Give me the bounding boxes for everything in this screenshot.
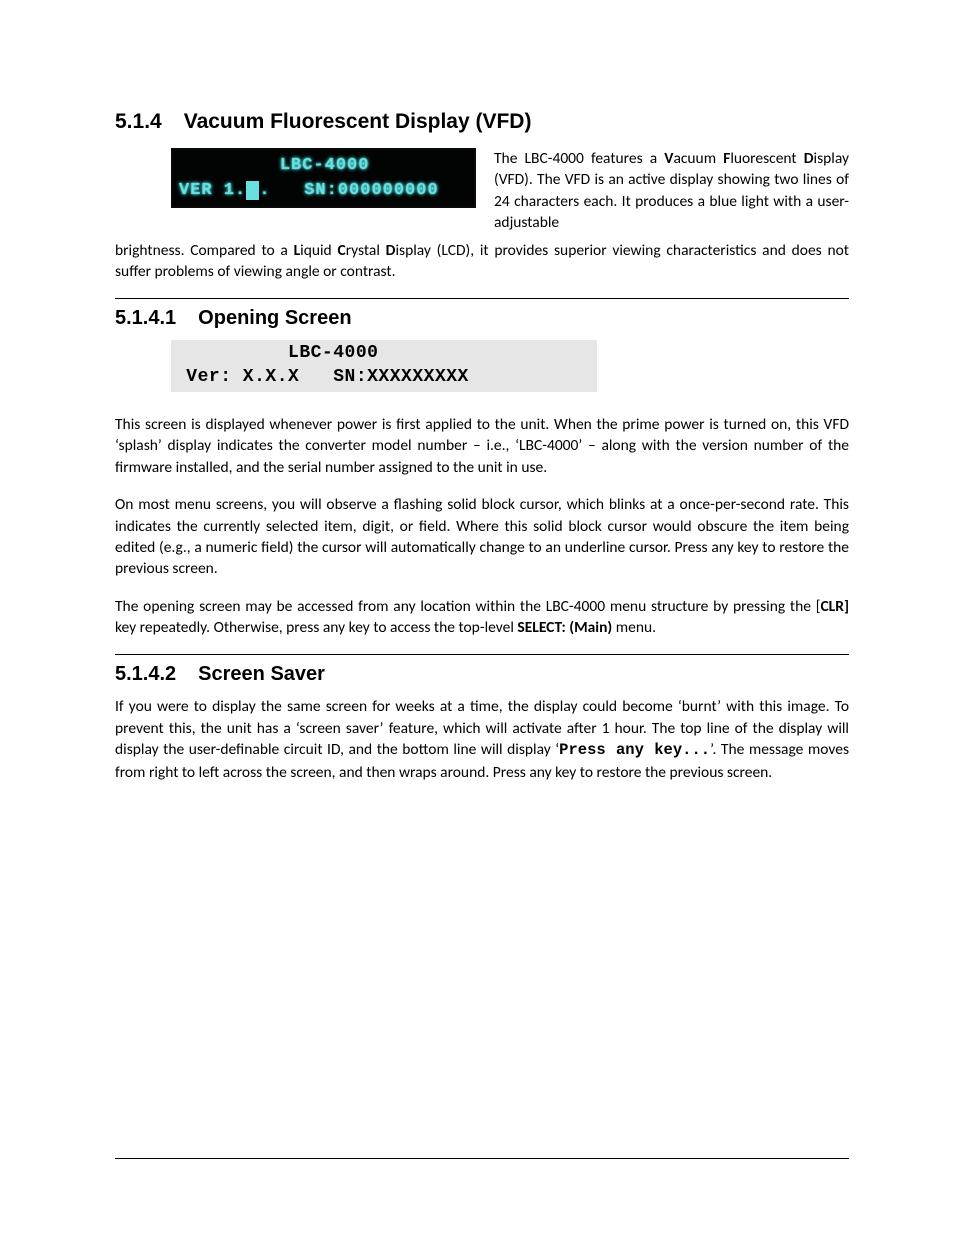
vfd-side-text: The LBC-4000 features a Vacuum Fluoresce… — [494, 148, 849, 234]
footer-rule — [115, 1158, 849, 1159]
lcd-opening-screen: LBC-4000 Ver: X.X.X SN:XXXXXXXXX — [171, 340, 597, 392]
opening-para-1: This screen is displayed whenever power … — [115, 414, 849, 478]
screensaver-para: If you were to display the same screen f… — [115, 696, 849, 783]
opening-para-2: On most menu screens, you will observe a… — [115, 494, 849, 580]
vfd-display-image: LBC-4000 VER 1. . SN:000000000 — [171, 148, 476, 208]
vfd-intro-continuation: brightness. Compared to a Liquid Crystal… — [115, 240, 849, 283]
opening-para-3: The opening screen may be accessed from … — [115, 596, 849, 639]
heading-5-1-4-1: 5.1.4.1 Opening Screen — [115, 298, 849, 330]
heading-number: 5.1.4.1 — [115, 307, 176, 330]
heading-number: 5.1.4 — [115, 110, 162, 134]
heading-number: 5.1.4.2 — [115, 663, 176, 686]
heading-5-1-4: 5.1.4 Vacuum Fluorescent Display (VFD) — [115, 110, 849, 134]
vfd-intro-row: LBC-4000 VER 1. . SN:000000000 The LBC-4… — [115, 148, 849, 234]
heading-title: Screen Saver — [198, 663, 325, 686]
heading-title: Vacuum Fluorescent Display (VFD) — [184, 110, 532, 134]
document-page: 5.1.4 Vacuum Fluorescent Display (VFD) L… — [0, 0, 954, 1235]
heading-title: Opening Screen — [198, 307, 351, 330]
heading-5-1-4-2: 5.1.4.2 Screen Saver — [115, 654, 849, 686]
